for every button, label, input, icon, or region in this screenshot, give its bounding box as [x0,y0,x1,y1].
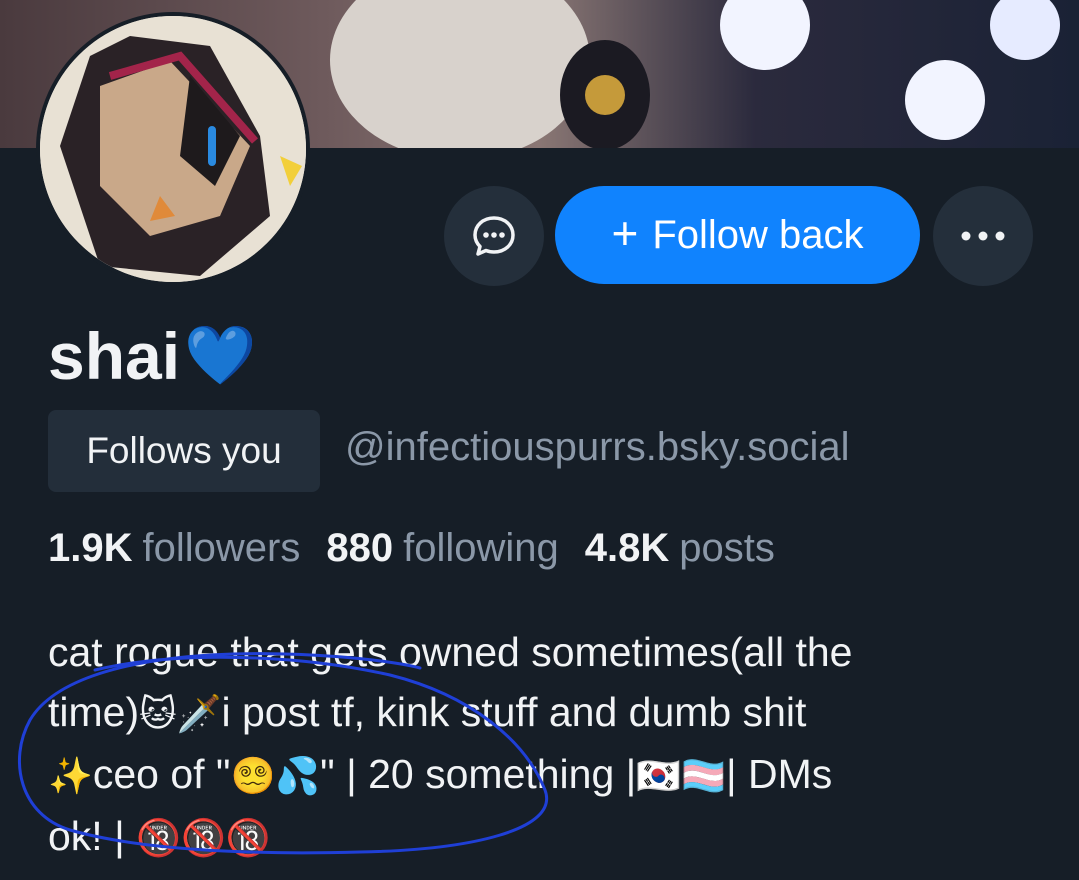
stat-followers-label: followers [142,526,301,570]
bio-line-1: cat rogue that gets owned sometimes(all … [48,629,853,675]
plus-icon: + [611,207,639,259]
avatar[interactable] [36,12,310,286]
chat-bubble-icon [473,216,515,256]
display-name: shai 💙 [48,318,256,394]
stat-followers[interactable]: 1.9K followers [48,526,300,571]
blue-heart-emoji: 💙 [184,323,257,388]
bio-text: ok! | [48,813,125,859]
cat-dagger-emoji: 🐱🗡️ [139,693,222,734]
stat-following-label: following [403,526,559,570]
more-horizontal-icon [961,231,1005,241]
display-name-text: shai [48,319,181,393]
stat-followers-value: 1.9K [48,526,133,570]
no-under-18-emoji: 🔞🔞🔞 [136,817,271,858]
bio-line-4: ok! | 🔞🔞🔞 [48,806,1048,868]
profile-stats: 1.9K followers 880 following 4.8K posts [48,526,775,571]
bio-text: time) [48,689,140,735]
more-options-button[interactable] [933,186,1033,286]
stat-following-value: 880 [326,526,394,570]
dizzy-sweat-emoji: 😵‍💫💦 [230,755,321,796]
follow-back-label: Follow back [652,212,864,257]
stat-posts: 4.8K posts [585,526,775,571]
bio-line-3: ✨ceo of "😵‍💫💦" | 20 something |🇰🇷🏳️‍⚧️| … [48,744,1048,806]
message-button[interactable] [444,186,544,286]
stat-posts-value: 4.8K [584,526,670,570]
bio-text: " | 20 something | [320,751,637,797]
flags-emoji: 🇰🇷🏳️‍⚧️ [636,755,726,796]
follows-you-badge: Follows you [48,410,320,492]
bio-text: ceo of " [92,751,231,797]
handle[interactable]: @infectiouspurrs.bsky.social [345,425,850,470]
sparkles-emoji: ✨ [48,755,93,796]
follow-back-button[interactable]: + Follow back [555,186,920,284]
stat-posts-label: posts [679,526,775,570]
bio-text: | DMs [725,751,833,797]
avatar-illustration [40,16,306,282]
bio-line-2: time)🐱🗡️i post tf, kink stuff and dumb s… [48,682,1048,744]
profile-bio: cat rogue that gets owned sometimes(all … [48,622,1048,868]
stat-following[interactable]: 880 following [326,526,558,571]
bio-text: i post tf, kink stuff and dumb shit [221,689,807,735]
